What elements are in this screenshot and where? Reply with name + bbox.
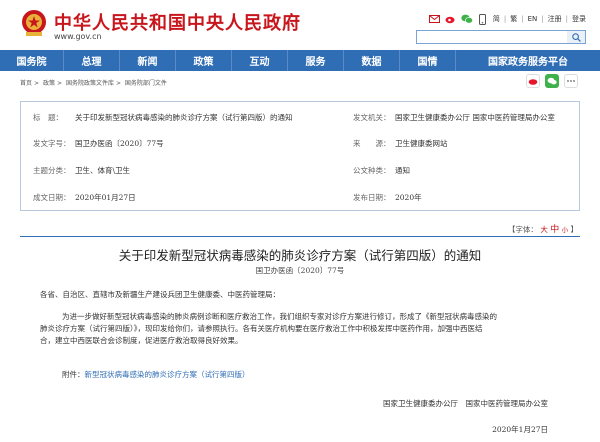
info-row: 标 题： 关于印发新型冠状病毒感染的肺炎诊疗方案（试行第四版）的通知 发文机关：… <box>21 106 581 128</box>
nav-item-national-conditions[interactable]: 国情 <box>400 50 456 71</box>
content-divider <box>20 236 580 237</box>
document-info-table: 标 题： 关于印发新型冠状病毒感染的肺炎诊疗方案（试行第四版）的通知 发文机关：… <box>20 101 580 211</box>
font-size-medium[interactable]: 中 <box>550 225 559 235</box>
document-title: 关于印发新型冠状病毒感染的肺炎诊疗方案（试行第四版）的通知 <box>118 248 482 263</box>
mobile-icon[interactable] <box>477 13 489 25</box>
breadcrumb-policy[interactable]: 政策 <box>43 80 55 87</box>
share-weibo-icon[interactable] <box>526 74 540 88</box>
breadcrumb: 首页 > 政策 > 国务院政策文件库 > 国务院部门文件 <box>20 80 167 87</box>
info-row: 成文日期： 2020年01月27日 发布日期： 2020年 <box>21 186 581 208</box>
topic-value: 卫生、体育\卫生 <box>75 165 131 175</box>
nav-item-interaction[interactable]: 互动 <box>232 50 288 71</box>
breadcrumb-policy-library[interactable]: 国务院政策文件库 <box>66 80 114 87</box>
share-more-icon[interactable] <box>564 74 578 88</box>
search-button[interactable] <box>567 31 585 43</box>
nav-item-state-council[interactable]: 国务院 <box>0 50 64 71</box>
util-link-simplified[interactable]: 简 <box>493 14 500 24</box>
breadcrumb-department-files[interactable]: 国务院部门文件 <box>125 80 167 87</box>
site-header: 中华人民共和国中央人民政府 www.gov.cn 简 | 繁 | EN | 注册… <box>0 0 600 50</box>
signature: 国家卫生健康委办公厅 国家中医药管理局办公室 <box>383 399 548 408</box>
published-date-label: 发布日期： <box>353 192 391 202</box>
nav-item-policy[interactable]: 政策 <box>176 50 232 71</box>
util-link-traditional[interactable]: 繁 <box>510 14 517 24</box>
font-size-small[interactable]: 小 <box>562 226 569 234</box>
search-icon <box>571 32 581 42</box>
breadcrumb-home[interactable]: 首页 <box>20 80 32 87</box>
document-date: 2020年1月27日 <box>492 425 548 434</box>
share-wechat-icon[interactable] <box>545 74 559 88</box>
source-label: 来 源： <box>353 138 391 148</box>
wechat-icon[interactable] <box>461 13 473 25</box>
util-link-english[interactable]: EN <box>528 15 538 23</box>
attachment-link[interactable]: 新型冠状病毒感染的肺炎诊疗方案（试行第四版） <box>85 370 250 379</box>
published-date-value: 2020年 <box>395 192 422 202</box>
docno-label: 发文字号： <box>33 138 71 148</box>
info-row: 主题分类： 卫生、体育\卫生 公文种类： 通知 <box>21 159 581 181</box>
search-input[interactable] <box>416 30 586 44</box>
document-number: 国卫办医函〔2020〕77号 <box>255 266 345 275</box>
main-nav: 国务院 总理 新闻 政策 互动 服务 数据 国情 国家政务服务平台 <box>0 50 600 71</box>
font-size-selector: 【字体： 大 中 小 】 <box>507 225 578 235</box>
attachment: 附件：新型冠状病毒感染的肺炎诊疗方案（试行第四版） <box>62 370 250 379</box>
font-size-large[interactable]: 大 <box>540 225 548 234</box>
type-value: 通知 <box>395 165 410 175</box>
nav-item-services[interactable]: 服务 <box>288 50 344 71</box>
weibo-icon[interactable] <box>445 13 457 25</box>
national-emblem-icon[interactable] <box>20 8 48 38</box>
nav-item-gov-service-platform[interactable]: 国家政务服务平台 <box>456 50 600 71</box>
title-value: 关于印发新型冠状病毒感染的肺炎诊疗方案（试行第四版）的通知 <box>75 112 293 122</box>
agency-value: 国家卫生健康委办公厅 国家中医药管理局办公室 <box>395 112 555 122</box>
share-bar <box>526 74 578 88</box>
docno-value: 国卫办医函〔2020〕77号 <box>75 138 164 148</box>
written-date-value: 2020年01月27日 <box>75 192 136 202</box>
util-link-register[interactable]: 注册 <box>548 14 562 24</box>
body-paragraph: 为进一步做好新型冠状病毒感染的肺炎病例诊断和医疗救治工作，我们组织专家对诊疗方案… <box>40 312 497 345</box>
salutation: 各省、自治区、直辖市及新疆生产建设兵团卫生健康委、中医药管理局： <box>40 290 280 299</box>
type-label: 公文种类： <box>353 165 391 175</box>
written-date-label: 成文日期： <box>33 192 71 202</box>
nav-item-data[interactable]: 数据 <box>344 50 400 71</box>
agency-label: 发文机关： <box>353 112 391 122</box>
nav-item-premier[interactable]: 总理 <box>64 50 120 71</box>
util-link-login[interactable]: 登录 <box>572 14 586 24</box>
email-icon[interactable] <box>429 13 441 25</box>
source-value: 卫生健康委网站 <box>395 138 448 148</box>
site-url: www.gov.cn <box>54 32 102 41</box>
nav-item-news[interactable]: 新闻 <box>120 50 176 71</box>
info-row: 发文字号： 国卫办医函〔2020〕77号 来 源： 卫生健康委网站 <box>21 132 581 154</box>
title-label: 标 题： <box>33 112 63 122</box>
utility-bar: 简 | 繁 | EN | 注册 | 登录 <box>429 12 586 26</box>
topic-label: 主题分类： <box>33 165 71 175</box>
